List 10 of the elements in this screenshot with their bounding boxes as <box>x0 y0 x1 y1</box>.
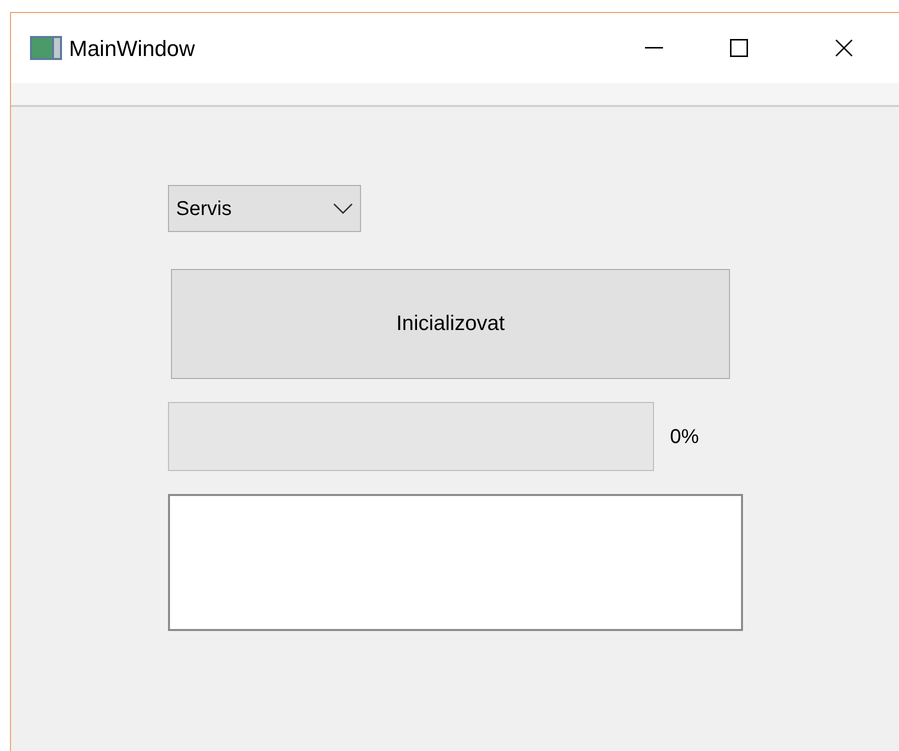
initialize-button[interactable]: Inicializovat <box>171 269 730 379</box>
output-text-area[interactable] <box>168 494 743 631</box>
service-dropdown[interactable]: Servis <box>168 185 361 232</box>
close-icon <box>835 39 853 57</box>
progress-percent: 0% <box>670 424 699 450</box>
minimize-icon <box>645 47 663 49</box>
window-title: MainWindow <box>69 34 195 62</box>
chevron-down-icon <box>333 202 353 214</box>
app-icon <box>29 34 63 62</box>
maximize-icon <box>730 39 748 57</box>
